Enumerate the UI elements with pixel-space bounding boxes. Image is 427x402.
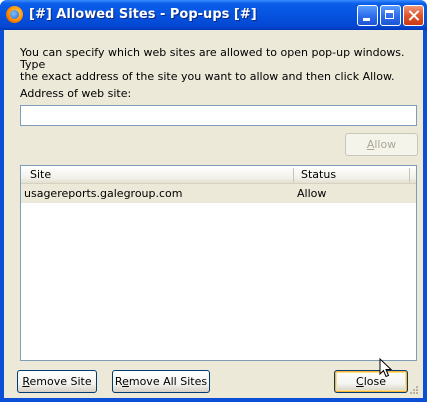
window-title: [#] Allowed Sites - Pop-ups [#] (29, 7, 257, 22)
minimize-button[interactable] (357, 5, 378, 26)
close-window-button[interactable] (403, 5, 424, 26)
column-header-status[interactable]: Status (301, 168, 336, 181)
allow-button[interactable]: Allow (345, 133, 418, 156)
description-text: You can specify which web sites are allo… (20, 46, 405, 83)
allow-label: llow (374, 138, 397, 151)
close-accel: C (356, 375, 364, 388)
maximize-button[interactable] (380, 5, 401, 26)
table-row[interactable]: usagereports.galegroup.com Allow (21, 184, 416, 203)
list-header: Site Status (21, 166, 416, 184)
remove-site-accel: R (22, 375, 30, 388)
remove-all-pre: R (114, 375, 123, 388)
remove-all-accel: e (122, 375, 129, 388)
remove-site-label: emove Site (29, 375, 92, 388)
row-site: usagereports.galegroup.com (24, 187, 183, 200)
column-divider[interactable] (293, 168, 294, 182)
sites-list[interactable]: Site Status usagereports.galegroup.com A… (20, 165, 417, 361)
column-divider[interactable] (409, 168, 410, 182)
dialog-window: [#] Allowed Sites - Pop-ups [#] You can … (0, 0, 427, 402)
row-status: Allow (297, 187, 327, 200)
remove-site-button[interactable]: Remove Site (17, 370, 97, 393)
resize-grip-icon[interactable] (406, 384, 419, 397)
close-button[interactable]: Close (334, 370, 408, 393)
title-bar[interactable]: [#] Allowed Sites - Pop-ups [#] (0, 0, 427, 30)
dialog-client-area: You can specify which web sites are allo… (4, 30, 423, 398)
column-header-site[interactable]: Site (30, 168, 51, 181)
remove-all-label: move All Sites (128, 375, 208, 388)
remove-all-sites-button[interactable]: Remove All Sites (112, 370, 210, 393)
mouse-cursor-icon (379, 358, 393, 378)
firefox-icon (6, 6, 23, 23)
address-label: Address of web site: (20, 87, 132, 100)
address-input[interactable] (20, 105, 417, 126)
